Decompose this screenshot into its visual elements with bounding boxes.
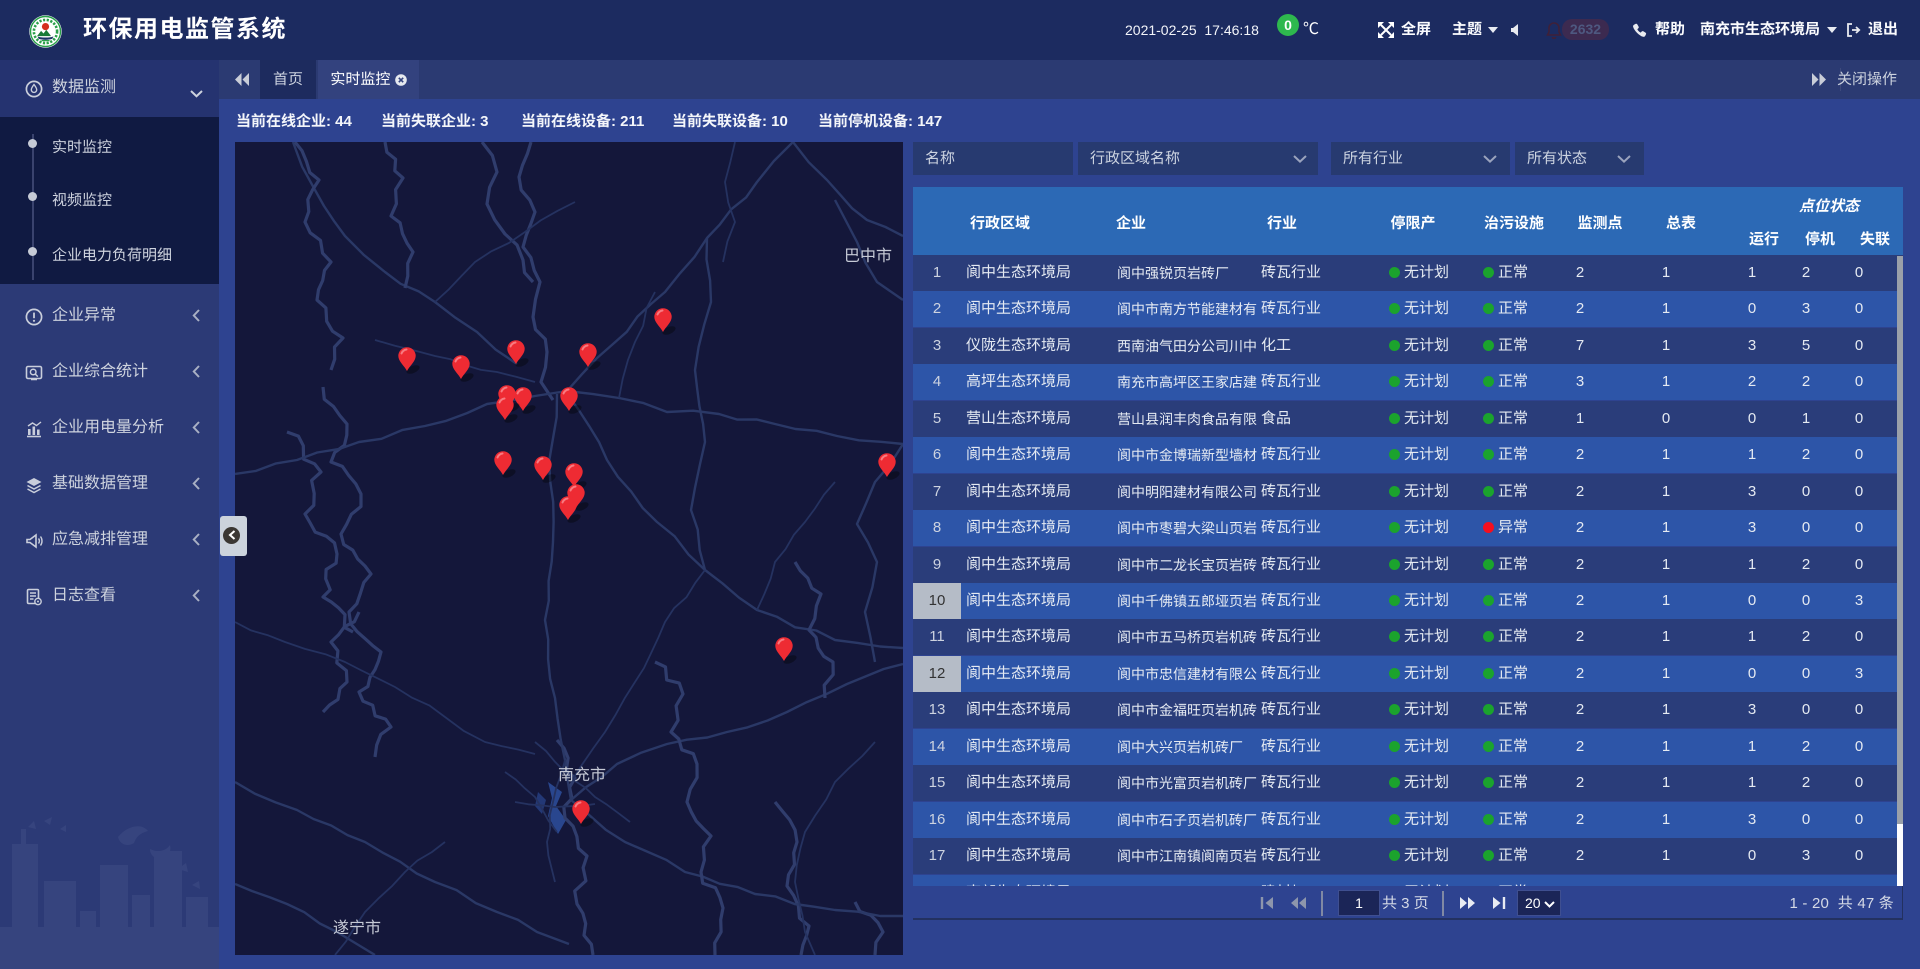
svg-text:遂宁市: 遂宁市 xyxy=(333,919,381,937)
svg-text:南充市: 南充市 xyxy=(558,766,606,784)
svg-text:巴中市: 巴中市 xyxy=(844,247,892,265)
